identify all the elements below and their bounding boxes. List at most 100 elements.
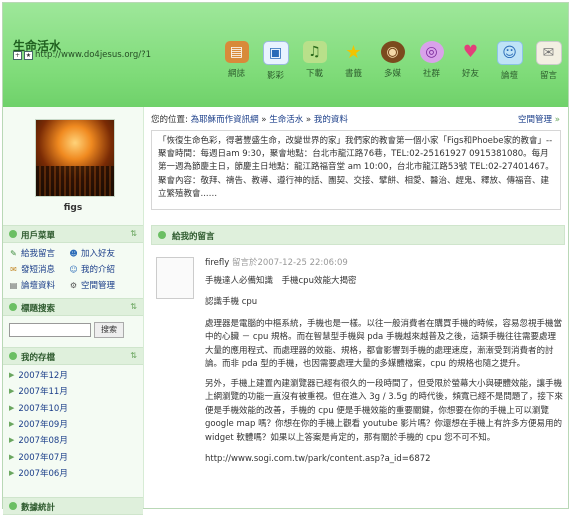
nav-item-download[interactable]: ♫ 下載 (295, 41, 334, 81)
site-url-row: + ★ http://www.do4jesus.org/?1 (13, 50, 151, 60)
search-input[interactable] (9, 323, 91, 337)
menu-label: 論壇資料 (21, 281, 56, 291)
messages-header: 給我的留言 (151, 225, 565, 245)
spiral-icon: ◎ (419, 41, 444, 63)
stats-header: 數據統計 (3, 497, 143, 515)
section-icon (158, 231, 166, 239)
nav-item-bookmark[interactable]: ★ 書籤 (334, 41, 373, 81)
post-subtitle: 認識手機 cpu (205, 297, 258, 307)
nav-item-forum[interactable]: ☺ 論壇 (490, 41, 529, 81)
message-post: firefly 留言於2007-12-25 22:06:09 手機達人必備知識 … (205, 257, 563, 473)
book-icon: ▤ (224, 41, 249, 63)
sidebar: figs 用戶菜單 ⇅ ✎ 給我留言 ☻ 加入好友 ✉ 發短消息 ☺ 我的介紹 (3, 107, 144, 515)
menu-item-leave-message[interactable]: ✎ 給我留言 (9, 247, 69, 260)
nav-label: 下載 (305, 69, 323, 79)
nav-item-community[interactable]: ◎ 社群 (412, 41, 451, 81)
breadcrumb-link-site[interactable]: 生命活水 (269, 115, 303, 125)
search-button[interactable]: 搜索 (94, 322, 124, 338)
collapse-icon[interactable]: ⇅ (130, 229, 137, 238)
post-time: 留言於2007-12-25 22:06:09 (231, 258, 348, 268)
breadcrumb-link-profile[interactable]: 我的資料 (314, 115, 348, 125)
post-url-link[interactable]: http://www.sogi.com.tw/park/content.asp?… (205, 454, 431, 464)
nav-item-blog[interactable]: ▤ 網誌 (217, 41, 256, 81)
post-paragraph: 處理器是電腦的中樞系統，手機也是一樣。以往一般消費者在購買手機的時候，容易忽視手… (205, 318, 563, 370)
archive-title: 我的存檔 (21, 353, 56, 363)
search-header: 標題搜索 ⇅ (3, 298, 143, 316)
breadcrumb-link-home[interactable]: 為耶穌而作資訊網 (191, 115, 259, 125)
post-title: 手機達人必備知識 手機cpu效能大揭密 (205, 275, 357, 286)
breadcrumb-prefix: 您的位置: (151, 115, 188, 125)
settings-icon: ⚙ (69, 280, 78, 290)
avatar[interactable] (35, 119, 115, 197)
space-mgmt-link[interactable]: 空間管理 » (518, 113, 560, 125)
archive-header: 我的存檔 ⇅ (3, 347, 143, 365)
menu-item-my-profile[interactable]: ☺ 我的介紹 (69, 263, 135, 276)
arrow-right-icon: ▶ (9, 468, 15, 477)
post-avatar[interactable] (156, 257, 194, 299)
archive-item[interactable]: ▶ 2007年08月 (9, 432, 139, 448)
arrow-right-icon: ▶ (9, 452, 15, 461)
archive-item[interactable]: ▶ 2007年10月 (9, 400, 139, 416)
guestbook-icon: ✉ (535, 41, 562, 65)
arrow-right-icon: ▶ (9, 436, 15, 445)
post-author[interactable]: firefly (205, 258, 229, 268)
nav-item-media[interactable]: ◉ 多媒 (373, 41, 412, 81)
messages-title: 給我的留言 (172, 232, 215, 242)
site-url[interactable]: http://www.do4jesus.org/?1 (35, 50, 151, 60)
page-frame: 生命活水 + ★ http://www.do4jesus.org/?1 ▤ 網誌… (2, 2, 569, 515)
collapse-icon[interactable]: ⇅ (130, 302, 137, 311)
menu-label: 加入好友 (81, 249, 116, 259)
username: figs (63, 203, 83, 213)
bookmark-icon[interactable]: ★ (24, 50, 33, 60)
breadcrumb: 您的位置: 為耶穌而作資訊網 » 生命活水 » 我的資料 (151, 113, 348, 125)
archive-item[interactable]: ▶ 2007年11月 (9, 383, 139, 399)
collapse-icon[interactable]: ⇅ (130, 351, 137, 360)
archive-list: ▶ 2007年12月 ▶ 2007年11月 ▶ 2007年10月 ▶ 2007年09月 … (9, 367, 139, 481)
profile-icon: ☺ (69, 264, 78, 274)
nav-label: 多媒 (383, 69, 401, 79)
post-link: http://www.sogi.com.tw/park/content.asp?… (205, 453, 563, 467)
arrow-right-icon: ▶ (9, 420, 15, 429)
heart-icon: ♥ (462, 42, 479, 62)
mail-icon: ✉ (10, 264, 17, 274)
archive-item[interactable]: ▶ 2007年12月 (9, 367, 139, 383)
search-title: 標題搜索 (21, 304, 56, 314)
music-icon: ♫ (302, 41, 327, 63)
archive-item[interactable]: ▶ 2007年09月 (9, 416, 139, 432)
nav-item-photo[interactable]: ▣ 影彩 (256, 41, 295, 81)
stats-title: 數據統計 (21, 503, 56, 513)
menu-item-space-mgmt[interactable]: ⚙ 空間管理 (69, 279, 135, 292)
section-icon (9, 352, 17, 360)
nav-item-guestbook[interactable]: ✉ 留言 (529, 41, 568, 81)
menu-item-add-friend[interactable]: ☻ 加入好友 (69, 247, 135, 260)
user-menu: ✎ 給我留言 ☻ 加入好友 ✉ 發短消息 ☺ 我的介紹 ▤ 論壇資料 ⚙ 空間管… (9, 247, 139, 292)
star-icon: ★ (345, 41, 362, 63)
menu-label: 給我留言 (21, 249, 56, 259)
arrow-right-icon: ▶ (9, 403, 15, 412)
nav-label: 好友 (461, 69, 479, 79)
arrow-right-icon: » (552, 115, 560, 125)
add-friend-icon: ☻ (69, 248, 78, 258)
nav-label: 留言 (539, 71, 557, 81)
site-header: 生命活水 + ★ http://www.do4jesus.org/?1 ▤ 網誌… (3, 3, 568, 107)
post-meta: firefly 留言於2007-12-25 22:06:09 (205, 257, 563, 271)
menu-label: 我的介紹 (81, 265, 116, 275)
section-icon (9, 502, 17, 510)
film-icon: ◉ (380, 41, 405, 63)
nav-label: 社群 (422, 69, 440, 79)
section-icon (9, 303, 17, 311)
nav-item-friends[interactable]: ♥ 好友 (451, 41, 490, 81)
menu-item-forum-data[interactable]: ▤ 論壇資料 (9, 279, 69, 292)
main-nav: ▤ 網誌 ▣ 影彩 ♫ 下載 ★ 書籤 ◉ 多媒 ◎ 社群 ♥ 好友 ☺ 論壇 … (217, 41, 568, 81)
post-paragraph: 另外，手機上建置內建瀏覽器已經有很久的一段時間了，但受限於螢幕大小與硬體效能，讓… (205, 378, 563, 443)
menu-item-send-message[interactable]: ✉ 發短消息 (9, 263, 69, 276)
intro-box: 「恢復生命色彩，得著豐盛生命，改變世界的家」我們家的教會第一個小家「Figs和P… (151, 130, 561, 210)
user-menu-header: 用戶菜單 ⇅ (3, 225, 143, 243)
message-icon: ✎ (10, 248, 17, 258)
archive-item[interactable]: ▶ 2007年06月 (9, 465, 139, 481)
menu-label: 空間管理 (81, 281, 116, 291)
archive-item[interactable]: ▶ 2007年07月 (9, 448, 139, 464)
space-mgmt-label: 空間管理 (518, 115, 553, 125)
add-icon[interactable]: + (13, 50, 22, 60)
user-menu-title: 用戶菜單 (21, 231, 56, 241)
